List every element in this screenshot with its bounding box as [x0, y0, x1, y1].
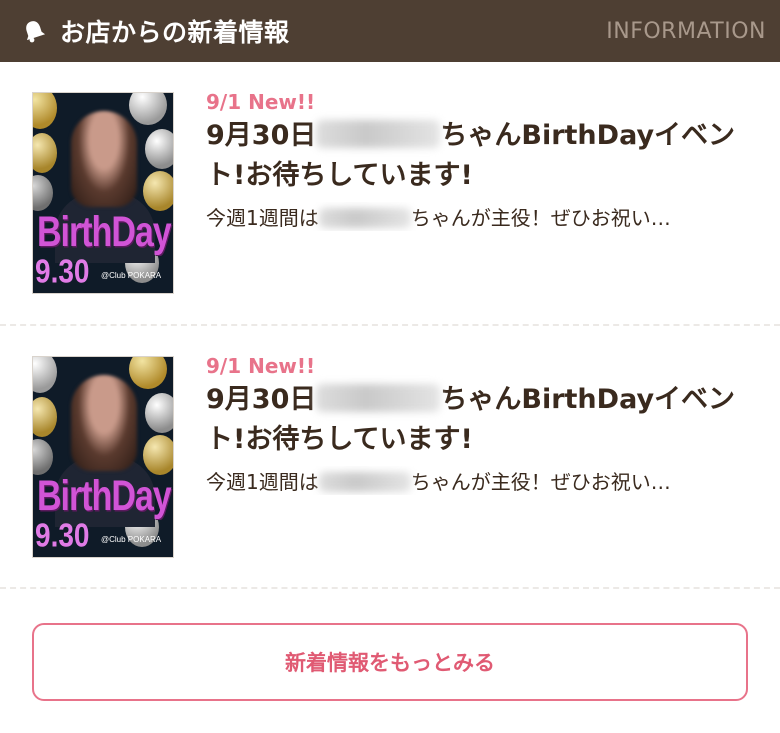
thumb-birthday-text: BirthDay: [37, 472, 172, 520]
news-thumbnail[interactable]: BirthDay 9.30 @Club POKARA: [32, 92, 174, 294]
news-item[interactable]: BirthDay 9.30 @Club POKARA 9/1 New!! 9月3…: [0, 62, 780, 326]
news-list: BirthDay 9.30 @Club POKARA 9/1 New!! 9月3…: [0, 62, 780, 589]
news-excerpt: 今週1週間は ちゃんが主役！ぜひお祝い…: [206, 466, 760, 495]
news-excerpt-prefix: 今週1週間は: [206, 470, 319, 494]
news-excerpt-prefix: 今週1週間は: [206, 206, 319, 230]
news-title-prefix: 9月30日: [206, 120, 317, 151]
section-title-en: INFORMATION: [606, 18, 766, 44]
section-title: お店からの新着情報: [60, 18, 290, 47]
more-news-button[interactable]: 新着情報をもっとみる: [32, 623, 748, 701]
news-excerpt-suffix: ちゃんが主役！ぜひお祝い…: [410, 206, 671, 230]
blurred-person: [71, 111, 137, 207]
thumb-birthday-text: BirthDay: [37, 208, 172, 256]
news-date: 9/1 New!!: [206, 354, 316, 378]
blurred-person: [71, 375, 137, 471]
blurred-name: [318, 472, 411, 492]
thumb-date-text: 9.30: [35, 252, 90, 290]
news-excerpt: 今週1週間は ちゃんが主役！ぜひお祝い…: [206, 202, 760, 231]
news-date: 9/1 New!!: [206, 90, 316, 114]
blurred-name: [318, 208, 411, 228]
section-header: お店からの新着情報 INFORMATION: [0, 0, 780, 62]
news-body: 9/1 New!! 9月30日 ちゃんBirthDayイベント!お待ちしています!…: [206, 90, 760, 231]
news-item[interactable]: BirthDay 9.30 @Club POKARA 9/1 New!! 9月3…: [0, 326, 780, 589]
bell-icon: [20, 17, 48, 45]
thumb-club-text: @Club POKARA: [101, 271, 162, 280]
news-excerpt-suffix: ちゃんが主役！ぜひお祝い…: [410, 470, 671, 494]
header-left: お店からの新着情報: [20, 13, 290, 49]
more-button-wrap: 新着情報をもっとみる: [0, 589, 780, 701]
thumb-club-text: @Club POKARA: [101, 535, 162, 544]
blurred-name: [316, 384, 441, 412]
news-title[interactable]: 9月30日 ちゃんBirthDayイベント!お待ちしています!: [206, 116, 760, 196]
news-title[interactable]: 9月30日 ちゃんBirthDayイベント!お待ちしています!: [206, 380, 760, 460]
news-body: 9/1 New!! 9月30日 ちゃんBirthDayイベント!お待ちしています!…: [206, 354, 760, 495]
thumb-date-text: 9.30: [35, 516, 90, 554]
news-title-prefix: 9月30日: [206, 384, 317, 415]
news-thumbnail[interactable]: BirthDay 9.30 @Club POKARA: [32, 356, 174, 558]
blurred-name: [316, 120, 441, 148]
